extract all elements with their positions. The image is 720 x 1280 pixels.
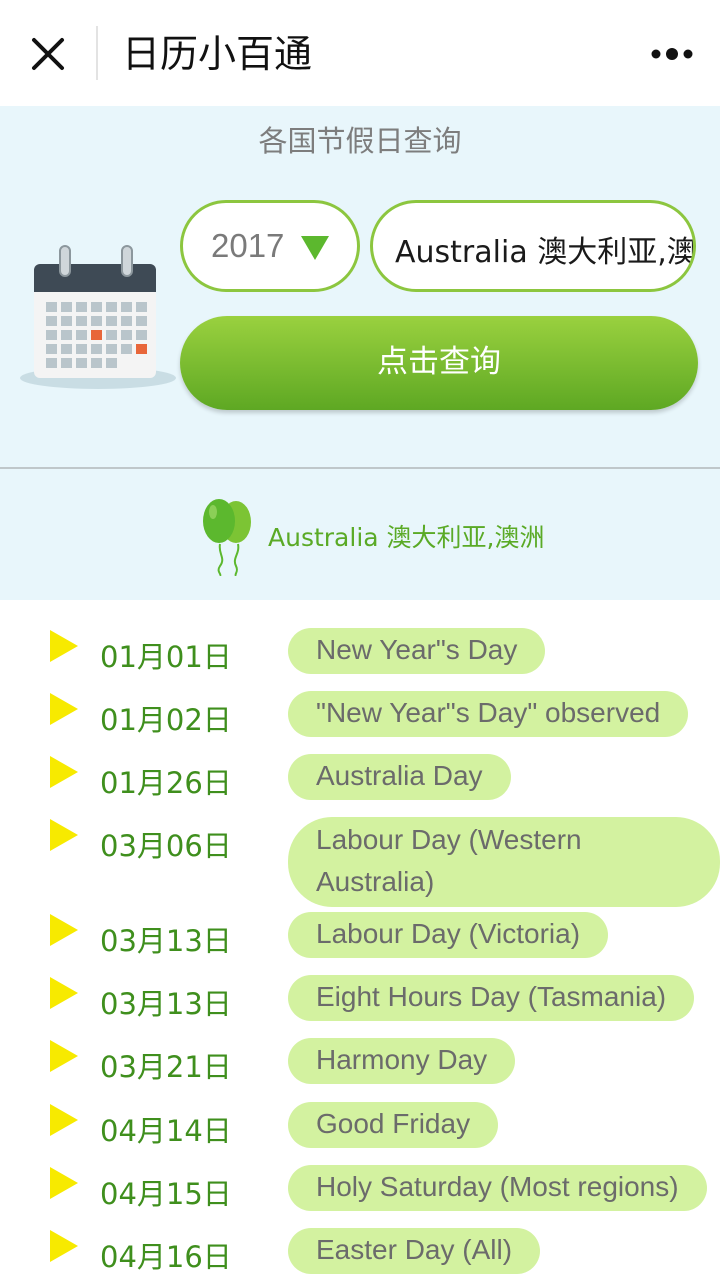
page-title: 日历小百通 <box>122 32 313 76</box>
balloon-icon <box>203 499 251 576</box>
holiday-date: 01月02日 <box>100 703 232 737</box>
divider <box>0 467 720 469</box>
bullet-arrow-icon <box>50 1167 78 1199</box>
bullet-arrow-icon <box>50 630 78 662</box>
country-select[interactable]: Australia 澳大利亚,澳 <box>370 200 696 292</box>
holiday-name: "New Year"s Day" observed <box>288 691 689 737</box>
holiday-date: 03月21日 <box>100 1050 232 1084</box>
holiday-date: 01月26日 <box>100 766 232 800</box>
holiday-name: Australia Day <box>288 754 511 800</box>
holiday-name: Good Friday <box>288 1102 499 1148</box>
holiday-name: Easter Day (All) <box>288 1228 541 1274</box>
holiday-name: Harmony Day <box>288 1038 516 1084</box>
bullet-arrow-icon <box>50 756 78 788</box>
holiday-date: 03月13日 <box>100 987 232 1021</box>
holiday-date: 04月16日 <box>100 1240 232 1274</box>
close-icon[interactable] <box>24 30 72 78</box>
result-country-label: Australia 澳大利亚,澳洲 <box>268 523 545 552</box>
calendar-icon <box>20 245 176 389</box>
country-value: Australia 澳大利亚,澳 <box>395 235 696 270</box>
header-divider <box>96 26 98 80</box>
holiday-list: 01月01日 New Year"s Day 01月02日 "New Year"s… <box>0 600 720 1280</box>
bullet-arrow-icon <box>50 1230 78 1262</box>
search-panel: 各国节假日查询 2017 Australia 澳大利亚,澳 点击查询 Austr <box>0 106 720 600</box>
bullet-arrow-icon <box>50 693 78 725</box>
holiday-date: 03月06日 <box>100 829 232 863</box>
holiday-date: 04月14日 <box>100 1114 232 1148</box>
year-select[interactable]: 2017 <box>180 200 360 292</box>
bullet-arrow-icon <box>50 914 78 946</box>
year-value: 2017 <box>211 227 285 264</box>
section-title: 各国节假日查询 <box>258 124 462 158</box>
holiday-date: 04月15日 <box>100 1177 232 1211</box>
bullet-arrow-icon <box>50 977 78 1009</box>
holiday-name: Eight Hours Day (Tasmania) <box>288 975 695 1021</box>
holiday-date: 01月01日 <box>100 640 232 674</box>
holiday-date: 03月13日 <box>100 924 232 958</box>
holiday-name: Holy Saturday (Most regions) <box>288 1165 707 1211</box>
holiday-name: New Year"s Day <box>288 628 546 674</box>
holiday-name: Labour Day (Victoria) <box>288 912 609 958</box>
bullet-arrow-icon <box>50 819 78 851</box>
more-options-icon[interactable] <box>640 36 704 72</box>
bullet-arrow-icon <box>50 1104 78 1136</box>
holiday-name: Labour Day (Western Australia) <box>288 817 720 907</box>
bullet-arrow-icon <box>50 1040 78 1072</box>
top-bar: 日历小百通 <box>0 0 720 106</box>
query-button[interactable]: 点击查询 <box>180 316 698 410</box>
dropdown-arrow-icon <box>301 236 329 260</box>
